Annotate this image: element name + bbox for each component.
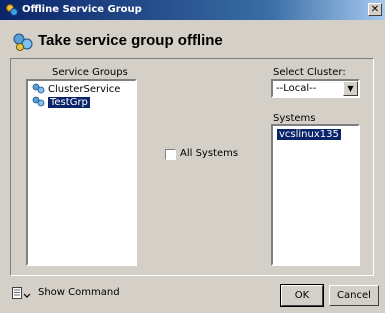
ok-button[interactable]: OK	[280, 284, 324, 307]
app-icon	[6, 4, 18, 16]
close-icon: ✕	[370, 4, 380, 15]
show-command-label: Show Command	[38, 287, 120, 298]
cluster-select[interactable]: --Local-- ▼	[271, 79, 360, 98]
command-icon	[12, 287, 31, 299]
service-groups-list[interactable]: ClusterService TestGrp	[26, 79, 137, 266]
dialog-header: Take service group offline	[8, 30, 378, 52]
service-groups-label: Service Groups	[52, 67, 128, 78]
service-group-icon	[32, 96, 45, 107]
all-systems-label[interactable]: All Systems	[180, 148, 238, 159]
systems-label: Systems	[273, 113, 316, 124]
window-title: Offline Service Group	[22, 4, 142, 15]
select-cluster-label: Select Cluster:	[273, 67, 346, 78]
offline-service-group-dialog: Offline Service Group ✕ Take service gro…	[0, 0, 385, 313]
service-group-icon	[13, 33, 33, 51]
close-button[interactable]: ✕	[368, 3, 382, 16]
title-bar[interactable]: Offline Service Group ✕	[0, 0, 385, 20]
all-systems-checkbox[interactable]	[165, 149, 176, 160]
list-item-vcslinux135[interactable]: vcslinux135	[275, 128, 341, 141]
list-item-label: vcslinux135	[277, 129, 341, 140]
list-item-testgrp[interactable]: TestGrp	[30, 96, 90, 109]
list-item-clusterservice[interactable]: ClusterService	[30, 83, 120, 96]
systems-list[interactable]: vcslinux135	[271, 124, 360, 266]
page-title: Take service group offline	[38, 32, 223, 49]
service-group-icon	[32, 83, 45, 94]
chevron-down-icon[interactable]: ▼	[343, 81, 358, 96]
cluster-select-value: --Local--	[276, 83, 317, 94]
cancel-button[interactable]: Cancel	[329, 285, 379, 306]
list-item-label: TestGrp	[48, 97, 90, 108]
list-item-label: ClusterService	[48, 84, 121, 95]
